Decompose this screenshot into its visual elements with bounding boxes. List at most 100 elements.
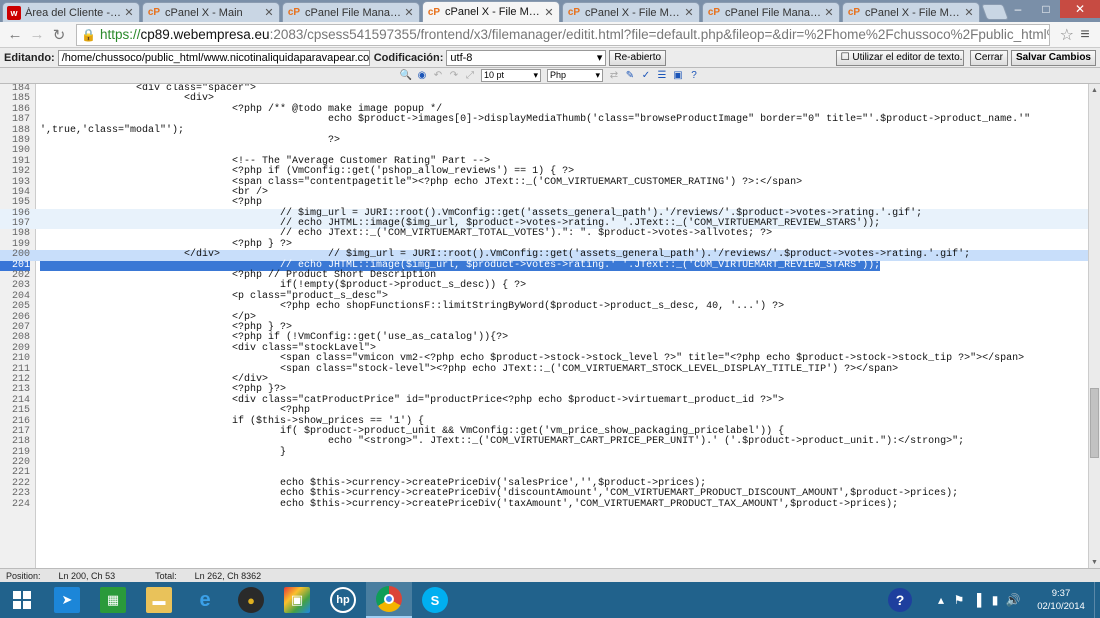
tab-label: Área del Cliente - web bbox=[25, 6, 123, 19]
media-tiles-icon[interactable]: ▣ bbox=[274, 582, 320, 618]
vertical-scrollbar[interactable]: ▲ ▼ bbox=[1088, 84, 1100, 568]
windows-start-icon[interactable] bbox=[0, 582, 44, 618]
store-icon[interactable]: ▦ bbox=[90, 582, 136, 618]
forward-icon[interactable]: → bbox=[26, 24, 48, 46]
close-window-icon[interactable]: ✕ bbox=[1060, 0, 1100, 18]
reset-highlight-icon[interactable]: ✓ bbox=[639, 69, 653, 82]
chrome-icon[interactable] bbox=[366, 582, 412, 618]
minimize-icon[interactable]: – bbox=[1004, 0, 1032, 18]
tab-close-icon[interactable]: ✕ bbox=[683, 6, 695, 19]
scroll-up-icon[interactable]: ▲ bbox=[1089, 84, 1100, 96]
encoding-select[interactable]: utf-8 ▾ bbox=[446, 49, 607, 66]
code-text: } bbox=[40, 446, 287, 458]
code-line: 192 <?php if (VmConfig::get('pshop_allow… bbox=[0, 166, 1088, 178]
tab-label: cPanel File Manager v bbox=[725, 6, 823, 19]
word-wrap-icon[interactable]: ☰ bbox=[655, 69, 669, 82]
back-icon[interactable]: ← bbox=[4, 24, 26, 46]
gold-coin-icon[interactable]: ● bbox=[228, 582, 274, 618]
editor-status-bar: Position: Ln 200, Ch 53 Total: Ln 262, C… bbox=[0, 568, 1100, 582]
cpanel-favicon-icon: cP bbox=[707, 7, 721, 18]
system-tray: ? ▴ ⚑ ▐ ▮ 🔊 9:37 02/10/2014 bbox=[888, 582, 1100, 618]
save-changes-button[interactable]: Salvar Cambios bbox=[1010, 49, 1096, 66]
tab-close-icon[interactable]: ✕ bbox=[403, 6, 415, 19]
cpanel-favicon-icon: cP bbox=[847, 7, 861, 18]
binoculars-icon[interactable]: 🔍 bbox=[399, 69, 413, 82]
browser-tab[interactable]: w Área del Cliente - web ✕ bbox=[2, 2, 140, 22]
browser-tab[interactable]: cP cPanel File Manager v✕ bbox=[702, 2, 840, 22]
code-line: 220 bbox=[0, 457, 1088, 468]
lock-icon: 🔒 bbox=[81, 27, 96, 42]
code-text: echo $this->currency->createPriceDiv('ta… bbox=[40, 498, 899, 510]
code-line: 210 <span class="vmicon vm2-<?php echo $… bbox=[0, 353, 1088, 365]
highlight-icon[interactable]: ⇄ bbox=[607, 69, 621, 82]
tab-label: cPanel X - File Manag bbox=[865, 6, 963, 19]
tab-close-icon[interactable]: ✕ bbox=[543, 6, 555, 19]
hp-icon[interactable]: hp bbox=[320, 582, 366, 618]
tab-close-icon[interactable]: ✕ bbox=[823, 6, 835, 19]
tab-close-icon[interactable]: ✕ bbox=[123, 6, 135, 19]
url-host: cp89.webempresa.eu bbox=[140, 27, 270, 42]
volume-icon[interactable]: 🔊 bbox=[1004, 593, 1022, 607]
line-number: 210 bbox=[11, 353, 30, 365]
undo-icon[interactable]: ↶ bbox=[431, 69, 445, 82]
skype-icon[interactable]: S bbox=[412, 582, 458, 618]
tab-close-icon[interactable]: ✕ bbox=[263, 6, 275, 19]
redo-icon[interactable]: ↷ bbox=[447, 69, 461, 82]
code-text: <?php if (VmConfig::get('pshop_allow_rev… bbox=[40, 166, 575, 178]
browser-tab[interactable]: cP cPanel X - File Manag ✕ bbox=[422, 1, 560, 22]
cpanel-favicon-icon: cP bbox=[567, 7, 581, 18]
bookmark-star-icon[interactable]: ☆ bbox=[1060, 25, 1074, 45]
code-editor[interactable]: 184 <div class="spacer"> 185 <div> 186 <?p… bbox=[0, 84, 1088, 568]
goto-line-icon[interactable]: ◉ bbox=[415, 69, 429, 82]
text-editor-label: Utilizar el editor de texto. bbox=[852, 51, 963, 63]
file-explorer-icon[interactable]: ▬ bbox=[136, 582, 182, 618]
line-number: 215 bbox=[11, 405, 30, 417]
network-icon[interactable]: ▐ bbox=[968, 593, 986, 607]
tab-label: cPanel X - File Manag bbox=[445, 6, 543, 18]
url-scheme: https:// bbox=[99, 27, 141, 42]
scroll-thumb[interactable] bbox=[1090, 388, 1099, 458]
pencil-icon[interactable]: ✎ bbox=[623, 69, 637, 82]
code-text: <?php bbox=[40, 405, 311, 417]
address-bar: ← → ↻ 🔒 https://cp89.webempresa.eu:2083/… bbox=[0, 22, 1100, 48]
tray-expand-icon[interactable]: ▴ bbox=[932, 593, 950, 607]
code-line: 187 echo $product->images[0]->displayMed… bbox=[0, 114, 1088, 125]
help-icon[interactable]: ? bbox=[687, 69, 701, 82]
reopen-button[interactable]: Re-abierto bbox=[609, 49, 667, 66]
encoding-value: utf-8 bbox=[450, 51, 473, 64]
chevron-down-icon: ▾ bbox=[595, 70, 600, 80]
syntax-select[interactable]: Php ▾ bbox=[547, 69, 603, 82]
font-size-select[interactable]: 10 pt ▾ bbox=[481, 69, 541, 82]
flag-icon[interactable]: ⚑ bbox=[950, 593, 968, 607]
rocket-icon[interactable]: ➤ bbox=[44, 582, 90, 618]
url-input[interactable]: 🔒 https://cp89.webempresa.eu:2083/cpsess… bbox=[76, 23, 1050, 46]
browser-tab[interactable]: cP cPanel X - Main ✕ bbox=[142, 2, 280, 22]
code-line: 219 } bbox=[0, 446, 1088, 458]
file-path-field[interactable]: /home/chussoco/public_html/www.nicotinal… bbox=[57, 49, 370, 66]
tab-close-icon[interactable]: ✕ bbox=[963, 6, 975, 19]
close-button[interactable]: Cerrar bbox=[969, 49, 1008, 66]
browser-tab[interactable]: cP cPanel X - File Manag ✕ bbox=[842, 2, 980, 22]
browser-tab[interactable]: cP cPanel File Manager v✕ bbox=[282, 2, 420, 22]
reload-icon[interactable]: ↻ bbox=[48, 24, 70, 46]
help-icon[interactable]: ? bbox=[888, 588, 912, 612]
line-number: 224 bbox=[11, 498, 30, 510]
editor-header: Editando: /home/chussoco/public_html/www… bbox=[0, 48, 1100, 68]
browser-tab[interactable]: cP cPanel X - File Manag ✕ bbox=[562, 2, 700, 22]
ie-icon[interactable]: e bbox=[182, 582, 228, 618]
code-line: 215 <?php bbox=[0, 405, 1088, 417]
scroll-down-icon[interactable]: ▼ bbox=[1089, 556, 1100, 568]
windows-taskbar: ➤ ▦ ▬ e ● ▣ hp S ? ▴ ⚑ ▐ ▮ 🔊 9:37 02/10/… bbox=[0, 582, 1100, 618]
text-editor-button[interactable]: ☐ Utilizar el editor de texto. bbox=[835, 49, 964, 66]
maximize-icon[interactable]: □ bbox=[1032, 0, 1060, 18]
fullscreen-icon[interactable]: ⤢ bbox=[463, 69, 477, 82]
browser-menu-icon[interactable]: ≡ bbox=[1074, 26, 1096, 44]
clock[interactable]: 9:37 02/10/2014 bbox=[1028, 587, 1094, 613]
code-line: 224 echo $this->currency->createPriceDiv… bbox=[0, 498, 1088, 510]
battery-icon[interactable]: ▮ bbox=[986, 593, 1004, 607]
clock-time: 9:37 bbox=[1051, 588, 1071, 599]
code-text: ?> bbox=[40, 134, 341, 146]
toggle-editor-icon[interactable]: ▣ bbox=[671, 69, 685, 82]
show-desktop-button[interactable] bbox=[1094, 582, 1100, 618]
editor-actions: ☐ Utilizar el editor de texto. Cerrar Sa… bbox=[833, 49, 1096, 66]
